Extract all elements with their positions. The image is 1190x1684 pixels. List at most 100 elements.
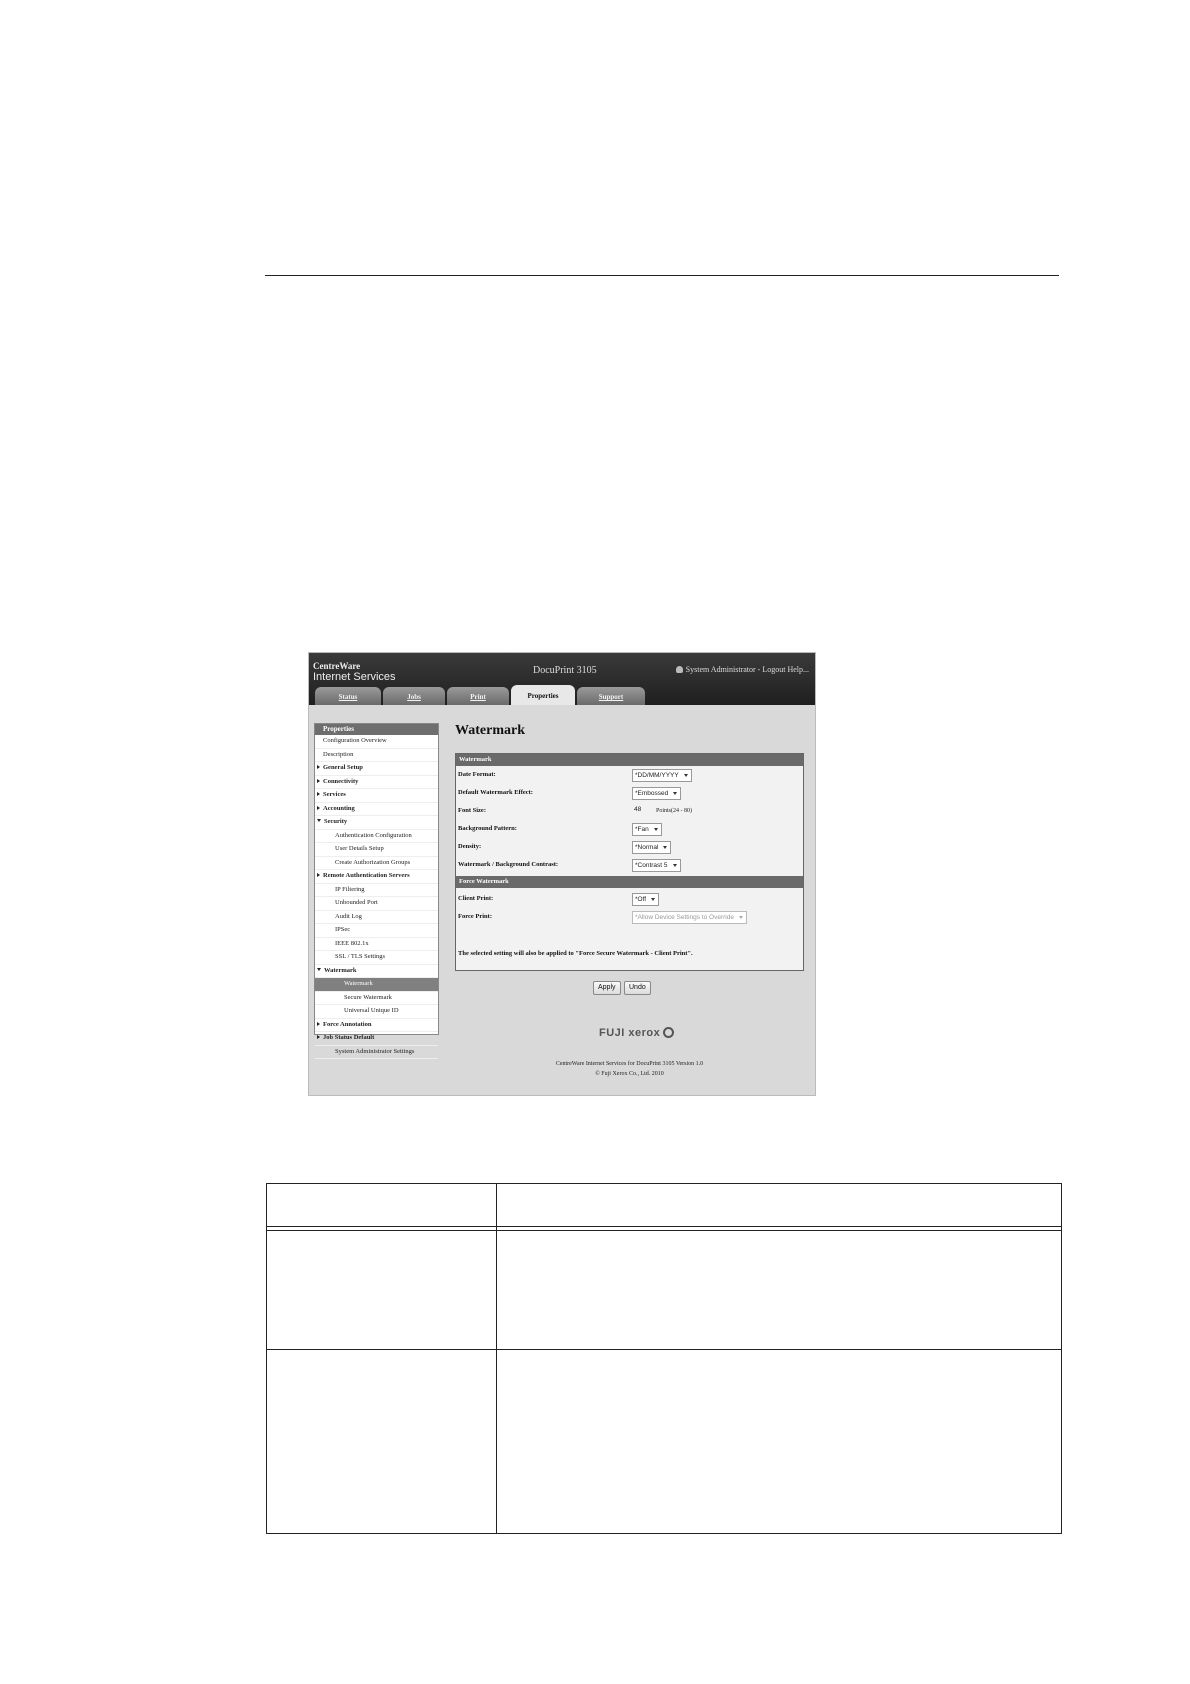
xerox-sphere-icon [663, 1027, 675, 1038]
font-size-range: Points(24 - 80) [656, 808, 692, 814]
field-label: Background Pattern: [458, 825, 517, 832]
sidebar-item-label: Secure Watermark [344, 993, 392, 1001]
chevron-right-icon [317, 792, 320, 796]
sidebar-item[interactable]: User Details Setup [315, 843, 438, 857]
sidebar-item-label: General Setup [323, 764, 363, 771]
chevron-right-icon [317, 805, 320, 810]
sidebar-item[interactable]: IEEE 802.1x [315, 938, 438, 951]
sidebar-item-label: Configuration Overview [323, 737, 387, 744]
sidebar-item[interactable]: Accounting [315, 803, 438, 816]
sidebar-item-label: Audit Log [335, 912, 362, 920]
sidebar-title: Properties [315, 724, 438, 735]
footer-copyright: © Fuji Xerox Co., Ltd. 2010 [595, 1071, 664, 1077]
date-format-select[interactable]: *DD/MM/YYYY [632, 769, 692, 782]
table-header-divider [267, 1230, 1061, 1231]
sidebar-item[interactable]: Authentication Configuration [315, 830, 438, 843]
sidebar-item[interactable]: Unbounded Port [315, 897, 438, 911]
page-title: Watermark [455, 723, 525, 738]
force-print-select[interactable]: *Allow Device Settings to Override [632, 911, 747, 924]
chevron-right-icon [317, 873, 320, 877]
table-column-divider [496, 1184, 497, 1533]
field-label: Font Size: [458, 807, 486, 814]
font-size-input[interactable]: 48 [632, 805, 654, 815]
tab-support[interactable]: Support [577, 687, 645, 705]
chevron-down-icon [317, 967, 321, 971]
screenshot-figure: CentreWare Internet Services DocuPrint 3… [308, 652, 816, 1096]
sidebar-item[interactable]: Create Authorization Groups [315, 857, 438, 870]
sidebar-item[interactable]: Audit Log [315, 911, 438, 924]
client-print-row: Client Print: *Off [456, 890, 803, 908]
watermark-effect-select[interactable]: *Embossed [632, 787, 682, 800]
sidebar-item[interactable]: IP Filtering [315, 884, 438, 897]
table-header-divider [267, 1226, 1061, 1227]
sidebar-item[interactable]: Watermark [315, 978, 438, 992]
sidebar-item-label: Authentication Configuration [335, 831, 412, 839]
sidebar-item[interactable]: Configuration Overview [315, 735, 438, 749]
force-watermark-notice: The selected setting will also be applie… [458, 950, 693, 957]
field-label: Force Print: [458, 913, 492, 920]
sidebar-item-label: Watermark [344, 980, 373, 987]
watermark-panel: Watermark Date Format: *DD/MM/YYYY Defau… [455, 753, 804, 971]
fuji-xerox-logo: FUJI xerox [599, 1027, 675, 1039]
sidebar-item-label: Unbounded Port [335, 899, 378, 906]
date-format-row: Date Format: *DD/MM/YYYY [456, 766, 803, 784]
tab-print[interactable]: Print [447, 687, 509, 705]
sidebar-item[interactable]: Connectivity [315, 776, 438, 789]
sidebar-item[interactable]: General Setup [315, 762, 438, 776]
contrast-select[interactable]: *Contrast 5 [632, 859, 681, 872]
sidebar-item[interactable]: Force Annotation [315, 1019, 438, 1032]
sidebar-list: Configuration Overview Description General… [315, 735, 438, 1059]
sidebar-item-label: IEEE 802.1x [335, 939, 369, 947]
undo-button[interactable]: Undo [624, 981, 651, 995]
brand-line2: Internet Services [313, 671, 396, 683]
sidebar-item-label: Universal Unique ID [344, 1007, 399, 1014]
density-select[interactable]: *Normal [632, 841, 672, 854]
background-pattern-select[interactable]: *Fan [632, 823, 662, 836]
header-rule [265, 275, 1059, 276]
sidebar-item[interactable]: IPSec [315, 924, 438, 938]
sidebar-item-label: Remote Authentication Servers [323, 872, 410, 879]
description-table [266, 1183, 1062, 1534]
sidebar-item[interactable]: Services [315, 789, 438, 803]
sidebar-item[interactable]: Description [315, 749, 438, 762]
tab-jobs[interactable]: Jobs [383, 687, 445, 705]
sidebar-item[interactable]: Job Status Default [315, 1032, 438, 1046]
chevron-right-icon [317, 765, 320, 769]
footer-version: CentreWare Internet Services for DocuPri… [555, 1061, 704, 1067]
sidebar-item[interactable]: System Administrator Settings [315, 1046, 438, 1059]
tab-status[interactable]: Status [315, 687, 381, 705]
sidebar-item[interactable]: Secure Watermark [315, 992, 438, 1005]
chevron-right-icon [317, 1021, 320, 1026]
force-watermark-heading: Force Watermark [456, 876, 803, 888]
field-label: Watermark / Background Contrast: [458, 861, 559, 868]
sidebar-item-label: Services [323, 791, 346, 798]
watermark-section-heading: Watermark [456, 754, 803, 766]
sidebar-item-label: System Administrator Settings [335, 1047, 415, 1055]
brand-line1: CentreWare [313, 661, 361, 671]
device-name: DocuPrint 3105 [533, 665, 597, 676]
client-print-select[interactable]: *Off [632, 893, 660, 906]
force-print-row: Force Print: *Allow Device Settings to O… [456, 908, 803, 926]
app-header: CentreWare Internet Services DocuPrint 3… [309, 653, 815, 705]
chevron-right-icon [317, 778, 320, 783]
apply-button[interactable]: Apply [593, 981, 621, 995]
sidebar-item-label: Connectivity [323, 777, 359, 785]
sidebar-item-label: Create Authorization Groups [335, 858, 411, 866]
field-label: Default Watermark Effect: [458, 789, 533, 796]
sidebar: Properties Configuration Overview Descrip… [314, 723, 439, 1059]
sidebar-item[interactable]: Security [315, 816, 438, 830]
chevron-down-icon [317, 819, 321, 822]
sidebar-item-label: User Details Setup [335, 845, 384, 852]
contrast-row: Watermark / Background Contrast: *Contra… [456, 856, 803, 874]
sidebar-item-label: IPSec [335, 926, 351, 933]
sidebar-item-label: Accounting [323, 804, 355, 812]
field-label: Date Format: [458, 771, 496, 778]
admin-bar[interactable]: System Administrator - Logout Help... [675, 665, 809, 674]
sidebar-item[interactable]: Universal Unique ID [315, 1005, 438, 1019]
tab-properties[interactable]: Properties [511, 685, 575, 705]
sidebar-item-label: Watermark [324, 966, 357, 974]
sidebar-item-label: Description [323, 750, 354, 758]
sidebar-item[interactable]: Remote Authentication Servers [315, 870, 438, 884]
sidebar-item[interactable]: Watermark [315, 965, 438, 978]
sidebar-item[interactable]: SSL / TLS Settings [315, 951, 438, 965]
